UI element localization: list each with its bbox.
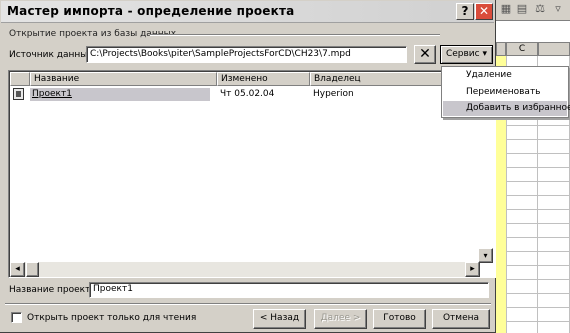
project-name-cell: Проект1: [32, 89, 72, 99]
dialog-title: Мастер импорта - определение проекта: [7, 4, 295, 18]
menu-item-delete[interactable]: Удаление: [443, 68, 567, 83]
project-name-label: Название проекта:: [9, 285, 99, 295]
chevron-down-icon: ▾: [483, 251, 488, 260]
next-button[interactable]: Далее >: [314, 309, 367, 329]
finish-button[interactable]: Готово: [373, 309, 426, 329]
spreadsheet-toolbar: ▦ ▤ ⚖ ▿: [496, 0, 570, 21]
scales-icon[interactable]: ⚖: [534, 3, 546, 15]
modified-cell: Чт 05.02.04: [220, 89, 275, 99]
column-header-c[interactable]: C: [506, 42, 538, 56]
project-file-icon: [13, 88, 24, 100]
footer-divider: [5, 303, 491, 305]
column-header-name[interactable]: Название: [30, 72, 217, 86]
chevron-down-icon: ▾: [482, 49, 488, 59]
table-icon[interactable]: ▤: [516, 3, 528, 15]
horizontal-scrollbar[interactable]: ◂ ▸: [10, 262, 480, 277]
scroll-right-button[interactable]: ▸: [465, 262, 480, 277]
scroll-thumb[interactable]: [26, 262, 39, 277]
project-name-field[interactable]: Проект1: [89, 282, 489, 298]
column-header-b[interactable]: [496, 42, 506, 56]
back-button[interactable]: < Назад: [253, 309, 306, 329]
service-menu: Удаление Переименовать Добавить в избран…: [441, 66, 570, 118]
help-button[interactable]: ?: [456, 3, 474, 20]
source-path-field[interactable]: C:\Projects\Books\piter\SampleProjectsFo…: [86, 46, 407, 63]
column-header-modified[interactable]: Изменено: [217, 72, 310, 86]
funnel-icon[interactable]: ▿: [552, 3, 564, 15]
close-button[interactable]: ✕: [475, 3, 493, 20]
source-label: Источник данных:: [9, 50, 96, 60]
project-list[interactable]: Название Изменено Владелец Проект1 Чт 05…: [8, 70, 496, 278]
grid-icon[interactable]: ▦: [500, 3, 512, 15]
title-bar[interactable]: Мастер импорта - определение проекта ? ✕: [1, 1, 494, 23]
close-icon: ✕: [419, 46, 431, 62]
clear-button[interactable]: ✕: [414, 45, 436, 64]
background-spreadsheet: ▦ ▤ ⚖ ▿ C: [496, 0, 570, 333]
list-item[interactable]: Проект1 Чт 05.02.04 Hyperion: [10, 88, 490, 102]
scroll-left-button[interactable]: ◂: [10, 262, 25, 277]
menu-item-rename[interactable]: Переименовать: [443, 85, 567, 100]
owner-cell: Hyperion: [313, 89, 354, 99]
scroll-down-button[interactable]: ▾: [478, 248, 493, 263]
readonly-checkbox-label[interactable]: Открыть проект только для чтения: [27, 313, 196, 323]
cancel-button[interactable]: Отмена: [432, 309, 490, 329]
column-header-icon[interactable]: [10, 72, 30, 86]
section-divider: [150, 34, 440, 36]
service-button[interactable]: Сервис ▾: [440, 45, 493, 64]
menu-item-add-favorites[interactable]: Добавить в избранное: [443, 101, 570, 116]
import-wizard-dialog: Мастер импорта - определение проекта ? ✕…: [0, 0, 496, 333]
column-header-d[interactable]: [538, 42, 570, 56]
service-button-label: Сервис: [445, 49, 480, 59]
readonly-checkbox[interactable]: [11, 312, 22, 323]
